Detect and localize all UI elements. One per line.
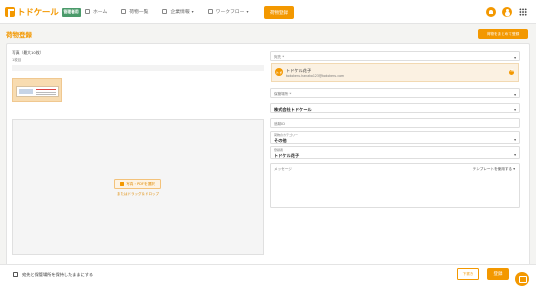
company-value: 株式会社トドケール: [274, 106, 312, 112]
admin-badge: 管理者用: [61, 7, 81, 17]
registrant-select[interactable]: 登録者 トドケル花子 ▾: [270, 146, 520, 159]
keep-recipient-label: 宛先と保管場所を保持したままにする: [22, 272, 94, 277]
user-icon[interactable]: [502, 7, 512, 17]
building-icon: [162, 9, 168, 14]
nav-package-list[interactable]: 荷物一覧: [121, 8, 148, 15]
category-select[interactable]: 荷物のカテゴリー その他 ▾: [270, 131, 520, 144]
list-icon: [121, 9, 127, 14]
nav-workflow-label: ワークフロー: [215, 10, 245, 15]
logo-text: トドケール: [17, 8, 59, 18]
drop-hint: またはドラッグ＆ドロップ: [117, 192, 159, 196]
photo-section-label: 写真（最大10枚）: [12, 50, 44, 55]
recipient-label: 宛先 *: [274, 54, 285, 59]
message-textarea[interactable]: メッセージ テンプレートを使用する ▾: [270, 163, 520, 208]
chevron-down-icon: ▾: [514, 91, 516, 97]
recipient-chip: トド トドケル花子 todokeru.hanako123@todokeru.co…: [271, 63, 519, 82]
category-label: 荷物のカテゴリー: [274, 133, 299, 137]
remove-recipient-icon[interactable]: [509, 68, 514, 75]
tracking-placeholder: 追跡ID: [274, 121, 286, 126]
nav-home[interactable]: ホーム: [85, 8, 107, 15]
registrant-value: トドケル花子: [274, 153, 300, 158]
recipient-email: todokeru.hanako123@todokeru.com: [286, 74, 345, 78]
home-icon: [85, 9, 90, 14]
company-select[interactable]: 株式会社トドケール ▾: [270, 103, 520, 113]
workflow-icon: [207, 9, 213, 14]
select-photo-button[interactable]: 写真・PDFを選択: [114, 179, 161, 189]
page-title: 荷物登録: [6, 31, 32, 39]
storage-select[interactable]: 保管場所 * ▾: [270, 88, 520, 98]
bulk-register-button[interactable]: 荷物をまとめて登録: [478, 29, 528, 39]
nav-workflow[interactable]: ワークフロー ▾: [207, 8, 249, 15]
chevron-down-icon: ▾: [514, 106, 516, 112]
nav-company-info[interactable]: 企業情報 ▾: [162, 8, 194, 15]
main-nav: ホーム 荷物一覧 企業情報 ▾ ワークフロー ▾: [85, 8, 262, 15]
photo-strip: [12, 65, 264, 71]
submit-button[interactable]: 登録: [487, 268, 509, 280]
thumbnail-image: [16, 86, 59, 97]
nav-company-info-label: 企業情報: [170, 10, 190, 15]
chevron-down-icon: ▾: [246, 9, 249, 14]
registrant-label: 登録者: [274, 148, 284, 152]
use-template-button[interactable]: テンプレートを使用する ▾: [473, 167, 515, 172]
photo-thumbnail[interactable]: [12, 78, 62, 102]
todokeru-logo-icon: [5, 7, 15, 17]
nav-home-label: ホーム: [93, 10, 108, 15]
chevron-down-icon: ▾: [514, 54, 516, 60]
storage-label: 保管場所 *: [274, 91, 292, 96]
message-placeholder: メッセージ: [274, 167, 292, 171]
register-package-button[interactable]: 荷物登録: [264, 6, 294, 19]
chevron-down-icon: ▾: [514, 151, 516, 157]
photo-count: 1枚目: [12, 58, 22, 62]
bell-icon[interactable]: [486, 7, 496, 17]
app-grid-icon[interactable]: [519, 8, 527, 16]
category-value: その他: [274, 138, 287, 143]
image-icon: [120, 182, 125, 186]
recipient-avatar: トド: [275, 68, 283, 76]
recipient-select[interactable]: 宛先 * ▾: [270, 51, 520, 61]
save-draft-button[interactable]: 下書き: [457, 268, 479, 280]
chevron-down-icon: ▾: [514, 136, 516, 142]
select-photo-label: 写真・PDFを選択: [126, 181, 155, 186]
chat-icon[interactable]: [515, 272, 529, 286]
chevron-down-icon: ▾: [191, 9, 194, 14]
footer-bar: [0, 264, 536, 292]
keep-recipient-checkbox[interactable]: [13, 272, 18, 277]
nav-package-list-label: 荷物一覧: [129, 10, 149, 15]
top-bar: トドケール 管理者用 ホーム 荷物一覧 企業情報 ▾ ワークフロー ▾ 荷物登録: [0, 0, 536, 24]
use-template-label: テンプレートを使用する: [472, 167, 513, 171]
tracking-id-input[interactable]: 追跡ID: [270, 118, 520, 128]
logo[interactable]: トドケール 管理者用: [5, 5, 81, 19]
